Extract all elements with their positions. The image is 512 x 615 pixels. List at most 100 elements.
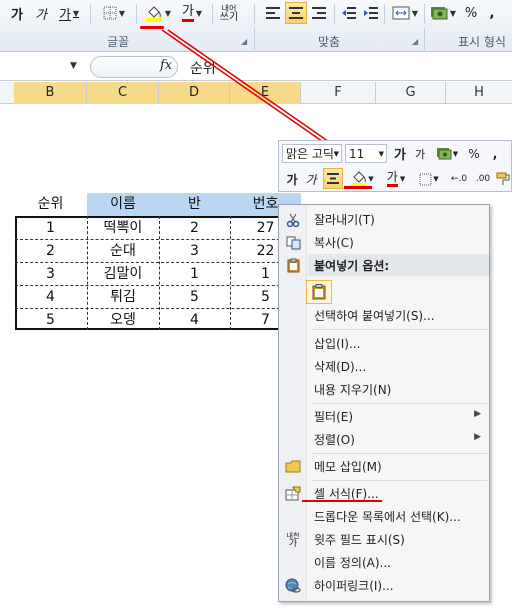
table-cell[interactable]: 떡뽁이 [87, 217, 159, 240]
column-header-f[interactable]: F [301, 82, 376, 104]
decrease-indent-icon [342, 7, 356, 19]
menu-item-label: 내용 지우기(N) [314, 383, 392, 397]
table-cell[interactable]: 김말이 [87, 263, 159, 286]
menu-item-label: 잘라내기(T) [314, 213, 375, 227]
align-left-button[interactable] [262, 2, 284, 24]
ribbon: 가 가 가 ▼ ▼ ▼ 가 ▼ 내어 쓰기 ▼ ▼ % , 글꼴 ◢ 맞춤 ◢ … [0, 0, 512, 52]
fill-color-button[interactable]: ▼ [142, 2, 174, 24]
menu-item-label: 삭제(D)... [314, 360, 367, 374]
mini-font-size-box[interactable]: 11 ▼ [345, 144, 387, 163]
menu-item-show-phonetic[interactable]: 내천 가 윗주 필드 표시(S) [279, 528, 489, 551]
font-color-button[interactable]: 가 ▼ [176, 2, 208, 24]
paste-option-button[interactable] [306, 280, 332, 304]
comma-button[interactable]: , [484, 2, 500, 24]
grow-font-button[interactable]: 가 [391, 144, 409, 163]
align-right-button[interactable] [308, 2, 330, 24]
comment-icon [284, 458, 302, 475]
alignment-dialog-launcher-icon[interactable]: ◢ [412, 37, 418, 46]
menu-item-copy[interactable]: 복사(C) [279, 231, 489, 254]
menu-item-insert[interactable]: 삽입(I)... [279, 332, 489, 355]
phonetic-button[interactable]: 내어 쓰기 [218, 2, 240, 24]
menu-item-cut[interactable]: 잘라내기(T) [279, 208, 489, 231]
menu-item-clear-contents[interactable]: 내용 지우기(N) [279, 378, 489, 401]
table-cell[interactable]: 4 [14, 286, 87, 309]
font-dialog-launcher-icon[interactable]: ◢ [241, 37, 247, 46]
column-header-c[interactable]: C [87, 82, 159, 104]
menu-item-paste-special[interactable]: 선택하여 붙여넣기(S)... [279, 304, 489, 327]
menu-item-pick-from-list[interactable]: 드롭다운 목록에서 선택(K)... [279, 505, 489, 528]
table-cell[interactable]: 5 [159, 286, 230, 309]
mini-percent-button[interactable]: % [465, 144, 483, 163]
column-header-d[interactable]: D [159, 82, 230, 104]
mini-font-name-box[interactable]: 맑은 고딕 ▼ [282, 144, 342, 163]
header-cell-rank[interactable]: 순위 [14, 193, 87, 216]
shrink-font-button[interactable]: 가 [411, 144, 429, 163]
table-cell[interactable]: 5 [14, 309, 87, 332]
column-header-g[interactable]: G [376, 82, 446, 104]
menu-item-label: 필터(E) [314, 410, 354, 424]
chevron-down-icon: ▼ [378, 149, 384, 158]
align-center-icon [327, 173, 339, 184]
highlight-underline [302, 500, 382, 502]
insert-function-button[interactable]: fx [160, 58, 172, 73]
table-cell[interactable]: 튀김 [87, 286, 159, 309]
table-cell[interactable]: 순대 [87, 240, 159, 263]
menu-item-delete[interactable]: 삭제(D)... [279, 355, 489, 378]
table-cell[interactable]: 3 [14, 263, 87, 286]
border-button[interactable]: ▼ [98, 2, 130, 24]
header-cell-name[interactable]: 이름 [87, 193, 159, 216]
merge-center-button[interactable]: ▼ [388, 2, 422, 24]
menu-item-sort[interactable]: 정렬(O) ▶ [279, 428, 489, 451]
table-cell[interactable]: 1 [159, 263, 230, 286]
border-icon [103, 6, 117, 20]
align-right-icon [312, 7, 326, 19]
menu-item-label: 메모 삽입(M) [314, 460, 382, 474]
column-header-e[interactable]: E [230, 82, 301, 104]
menu-separator [311, 403, 487, 404]
merge-cells-icon [392, 6, 410, 20]
increase-decimal-button[interactable]: ←.0 [447, 169, 471, 189]
table-cell[interactable]: 2 [159, 217, 230, 240]
table-cell[interactable]: 1 [14, 217, 87, 240]
column-header-b[interactable]: B [14, 82, 87, 104]
divider [424, 4, 425, 24]
paint-bucket-icon [145, 6, 161, 22]
menu-item-label: 윗주 필드 표시(S) [314, 533, 405, 547]
underline-button[interactable]: 가 ▼ [56, 2, 82, 24]
mini-font-size: 11 [349, 146, 365, 161]
percent-button[interactable]: % [462, 2, 480, 24]
formula-input[interactable]: 순위 [190, 58, 216, 78]
chevron-down-icon: ▼ [195, 8, 203, 18]
bold-button[interactable]: 가 [8, 2, 26, 24]
table-cell[interactable]: 2 [14, 240, 87, 263]
menu-item-label: 선택하여 붙여넣기(S)... [314, 309, 435, 323]
menu-item-filter[interactable]: 필터(E) ▶ [279, 405, 489, 428]
name-box-dropdown-icon[interactable]: ▼ [70, 61, 77, 71]
menu-item-insert-comment[interactable]: 메모 삽입(M) [279, 455, 489, 478]
align-center-button[interactable] [285, 2, 307, 24]
mini-italic-button[interactable]: 가 [303, 169, 319, 189]
decrease-decimal-button[interactable]: .00 [473, 169, 493, 189]
header-cell-class[interactable]: 반 [159, 193, 230, 216]
mini-font-color-button[interactable]: 가 ▼ [381, 169, 411, 189]
accounting-format-button[interactable]: ▼ [428, 2, 458, 24]
table-cell[interactable]: 오뎅 [87, 309, 159, 332]
mini-comma-button[interactable]: , [487, 144, 503, 163]
mini-bold-button[interactable]: 가 [284, 169, 300, 189]
column-header-h[interactable]: H [446, 82, 512, 104]
mini-font-name: 맑은 고딕 [286, 147, 334, 161]
table-cell[interactable]: 4 [159, 309, 230, 332]
mini-center-button[interactable] [323, 168, 343, 189]
chevron-down-icon: ▼ [399, 175, 406, 183]
mini-border-button[interactable]: ▼ [415, 169, 443, 189]
increase-indent-button[interactable] [360, 2, 382, 24]
format-painter-button[interactable] [495, 169, 511, 189]
increase-indent-icon [364, 7, 378, 19]
menu-item-hyperlink[interactable]: 하이퍼링크(I)... [279, 574, 489, 597]
menu-heading-label: 붙여넣기 옵션: [314, 259, 390, 273]
mini-accounting-button[interactable]: ▼ [432, 144, 462, 163]
menu-item-define-name[interactable]: 이름 정의(A)... [279, 551, 489, 574]
decrease-indent-button[interactable] [338, 2, 360, 24]
table-cell[interactable]: 3 [159, 240, 230, 263]
italic-button[interactable]: 가 [32, 2, 50, 24]
